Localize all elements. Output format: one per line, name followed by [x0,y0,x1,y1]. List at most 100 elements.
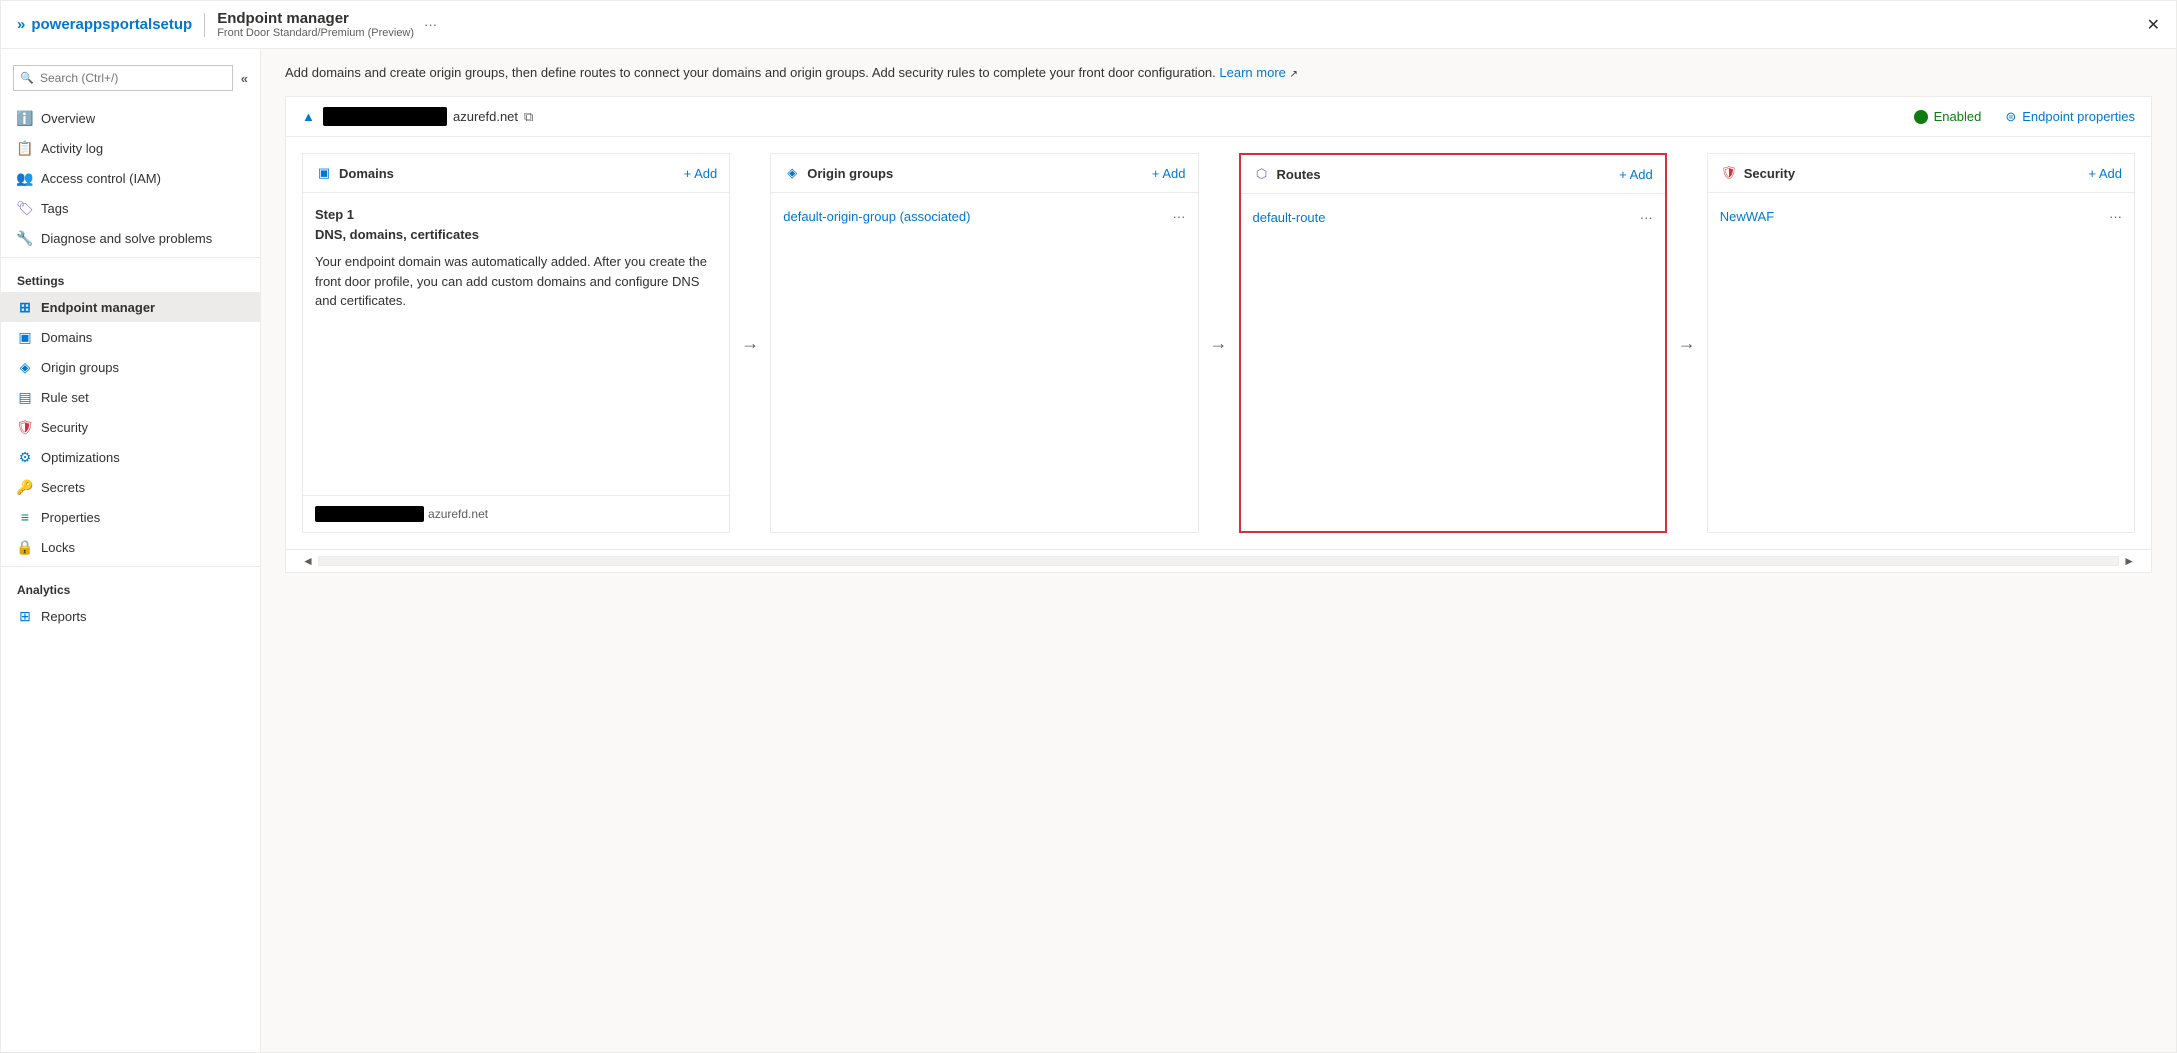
route-more-button[interactable]: ··· [1640,210,1653,225]
sidebar-item-label: Overview [41,111,95,126]
arrow-2: → [1199,153,1239,533]
sidebar-item-overview[interactable]: ℹ️ Overview [1,103,260,133]
scroll-right-button[interactable]: ► [2123,554,2135,568]
collapse-button[interactable]: « [241,71,248,86]
scroll-left-button[interactable]: ◄ [302,554,314,568]
step-info: Step 1 DNS, domains, certificates Your e… [315,205,717,311]
close-button[interactable]: ✕ [2147,15,2160,35]
learn-more-link[interactable]: Learn more [1219,65,1285,80]
tags-icon: 🏷 [17,200,33,216]
sidebar-item-origin-groups[interactable]: ◈ Origin groups [1,352,260,382]
scrollbar-container: ◄ ► [286,549,2151,572]
security-more-button[interactable]: ··· [2109,209,2122,224]
sidebar-item-properties[interactable]: ≡ Properties [1,502,260,532]
app-shell: » powerappsportalsetup Endpoint manager … [0,0,2177,1053]
rule-set-icon: ▤ [17,389,33,405]
security-sidebar-icon: 🛡 [17,419,33,435]
access-control-icon: 👥 [17,170,33,186]
topbar-ellipsis[interactable]: ··· [424,17,437,32]
topbar-divider [204,13,205,37]
routes-col-icon: ⬡ [1253,165,1271,183]
security-card: 🛡 Security + Add NewWAF ··· [1707,153,2135,533]
endpoint-header: ▲ ██████████ azurefd.net ⧉ Enabled ⊜ [286,97,2151,137]
origin-groups-add-button[interactable]: + Add [1152,166,1186,181]
sidebar-item-endpoint-manager[interactable]: ⊞ Endpoint manager [1,292,260,322]
sidebar-item-label: Diagnose and solve problems [41,231,212,246]
sidebar-item-label: Activity log [41,141,103,156]
security-col-icon: 🛡 [1720,164,1738,182]
properties-icon: ≡ [17,509,33,525]
sidebar-item-domains[interactable]: ▣ Domains [1,322,260,352]
arrow-1: → [730,153,770,533]
security-column-header: 🛡 Security + Add [1708,154,2134,193]
scrollbar-track[interactable] [318,556,2119,566]
sidebar-item-secrets[interactable]: 🔑 Secrets [1,472,260,502]
endpoint-domain-suffix: azurefd.net [453,109,518,124]
routes-col-title: Routes [1277,167,1614,182]
app-name: powerappsportalsetup [31,16,192,33]
sidebar-item-label: Access control (IAM) [41,171,161,186]
security-item-link[interactable]: NewWAF [1720,209,1774,224]
footer-redacted: ██████████ [315,506,424,522]
topbar-logo: » powerappsportalsetup [17,16,192,33]
security-col-title: Security [1744,166,2083,181]
sidebar-item-label: Domains [41,330,92,345]
sidebar-item-reports[interactable]: ⊞ Reports [1,601,260,631]
origin-group-link[interactable]: default-origin-group (associated) [783,209,970,224]
endpoint-name-block: ██████████ azurefd.net ⧉ [323,107,1906,126]
sidebar-item-label: Locks [41,540,75,555]
domains-add-button[interactable]: + Add [684,166,718,181]
search-input[interactable] [13,65,233,91]
topbar-resource: Endpoint manager Front Door Standard/Pre… [217,10,414,39]
sidebar-item-security[interactable]: 🛡 Security [1,412,260,442]
search-wrap: 🔍 « [13,65,248,91]
domain-footer: ██████████ azurefd.net [303,495,729,532]
sidebar-item-activity-log[interactable]: 📋 Activity log [1,133,260,163]
resource-subtitle: Front Door Standard/Premium (Preview) [217,27,414,39]
info-text: Add domains and create origin groups, th… [285,65,1216,80]
sidebar-item-locks[interactable]: 🔒 Locks [1,532,260,562]
endpoint-redacted: ██████████ [323,107,447,126]
route-link[interactable]: default-route [1253,210,1326,225]
domains-sidebar-icon: ▣ [17,329,33,345]
routes-column-body: default-route ··· [1241,194,1665,531]
endpoint-properties-button[interactable]: ⊜ Endpoint properties [2005,109,2135,125]
search-icon: 🔍 [20,72,34,85]
routes-add-button[interactable]: + Add [1619,167,1653,182]
sidebar-item-tags[interactable]: 🏷 Tags [1,193,260,223]
sidebar-item-label: Optimizations [41,450,120,465]
overview-icon: ℹ️ [17,110,33,126]
analytics-divider [1,566,260,567]
sidebar-item-rule-set[interactable]: ▤ Rule set [1,382,260,412]
sidebar-item-access-control[interactable]: 👥 Access control (IAM) [1,163,260,193]
content-area: Add domains and create origin groups, th… [261,49,2176,1052]
routes-column: ⬡ Routes + Add default-route ··· [1239,153,1667,533]
origin-groups-col-title: Origin groups [807,166,1146,181]
sidebar-item-label: Endpoint manager [41,300,155,315]
main-layout: 🔍 « ℹ️ Overview 📋 Activity log 👥 Access … [1,49,2176,1052]
sidebar-item-optimizations[interactable]: ⚙ Optimizations [1,442,260,472]
info-bar: Add domains and create origin groups, th… [285,65,2152,80]
topbar: » powerappsportalsetup Endpoint manager … [1,1,2176,49]
secrets-icon: 🔑 [17,479,33,495]
settings-section-label: Settings [1,262,260,292]
security-add-button[interactable]: + Add [2088,166,2122,181]
origin-groups-column-body: default-origin-group (associated) ··· [771,193,1197,532]
endpoint-manager-icon: ⊞ [17,299,33,315]
sidebar-item-label: Security [41,420,88,435]
collapse-endpoint-icon[interactable]: ▲ [302,109,315,124]
origin-group-more-button[interactable]: ··· [1173,209,1186,224]
endpoint-card: ▲ ██████████ azurefd.net ⧉ Enabled ⊜ [285,96,2152,573]
sidebar-divider [1,257,260,258]
copy-endpoint-button[interactable]: ⧉ [524,109,533,125]
endpoint-status: Enabled [1914,109,1982,124]
diagnose-icon: 🔧 [17,230,33,246]
resource-title: Endpoint manager [217,10,414,27]
domains-col-title: Domains [339,166,678,181]
step-subtitle: DNS, domains, certificates [315,225,717,245]
sidebar-item-label: Tags [41,201,68,216]
security-column: 🛡 Security + Add NewWAF ··· [1707,153,2135,533]
security-column-body: NewWAF ··· [1708,193,2134,532]
routes-column-header: ⬡ Routes + Add [1241,155,1665,194]
sidebar-item-diagnose[interactable]: 🔧 Diagnose and solve problems [1,223,260,253]
